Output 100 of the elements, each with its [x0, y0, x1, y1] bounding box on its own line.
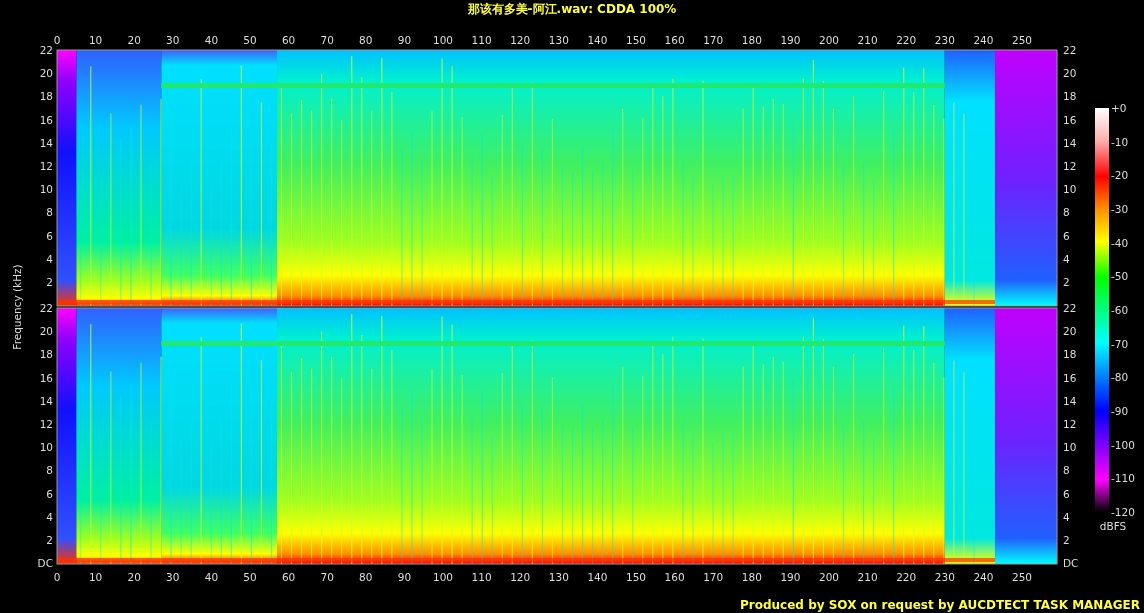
axis-tick-label: 30	[166, 34, 180, 46]
axis-tick-label: 180	[741, 34, 762, 46]
axis-tick-label: 250	[1012, 34, 1032, 46]
axis-tick-label: 160	[664, 34, 685, 46]
axis-tick-label: DC	[37, 557, 53, 570]
axis-tick-label: 2	[46, 276, 53, 288]
axis-tick-label: 6	[46, 229, 53, 242]
axis-tick-label: 18	[1063, 348, 1077, 361]
axis-tick-label: 2	[1063, 534, 1070, 546]
axis-tick-label: 100	[433, 571, 453, 583]
axis-tick-label: 70	[320, 571, 334, 583]
axis-tick-label: +0	[1111, 102, 1127, 114]
axis-tick-label: 4	[1063, 252, 1070, 265]
axis-tick-label: -60	[1111, 304, 1129, 316]
axis-tick-label: -40	[1111, 236, 1129, 249]
axis-tick-label: 12	[39, 160, 53, 172]
axis-tick-label: 110	[471, 571, 492, 583]
footer-credit: Produced by SOX on request by AUCDTECT TASK MANAGER	[740, 598, 1140, 612]
axis-tick-label: 16	[39, 371, 53, 384]
axis-tick-label: 16	[1063, 113, 1077, 126]
axis-tick-label: 10	[1063, 441, 1077, 454]
axis-tick-label: 40	[204, 571, 219, 583]
axis-tick-label: 14	[1063, 136, 1077, 149]
axis-tick-label: 50	[243, 571, 257, 583]
axis-tick-label: 230	[934, 571, 955, 583]
axis-tick-label: 20	[39, 325, 53, 338]
axis-tick-label: -30	[1111, 203, 1129, 215]
axis-tick-label: 18	[1063, 90, 1077, 103]
axis-tick-label: 10	[1063, 183, 1077, 196]
axis-tick-label: 70	[320, 34, 334, 46]
axis-tick-label: 8	[46, 464, 53, 477]
axis-tick-label: 170	[703, 571, 724, 583]
axis-tick-label: 12	[1063, 160, 1077, 172]
axis-tick-label: 16	[1063, 371, 1077, 384]
axis-tick-label: 250	[1012, 571, 1032, 583]
axis-tick-label: 4	[46, 252, 53, 265]
axis-tick-label: 0	[53, 571, 61, 583]
axis-tick-label: 160	[664, 571, 685, 583]
axis-tick-label: 20	[1063, 325, 1077, 338]
axis-tick-label: 90	[397, 34, 412, 46]
axis-tick-label: 60	[281, 34, 296, 46]
axis-tick-label: -90	[1111, 405, 1129, 417]
axis-tick-label: 140	[587, 571, 608, 583]
axis-tick-label: 20	[39, 67, 53, 80]
axis-tick-label: 18	[39, 348, 53, 361]
axis-tick-label: 14	[39, 136, 53, 149]
axis-tick-label: 2	[46, 534, 53, 546]
axis-tick-label: -120	[1111, 506, 1135, 518]
axis-tick-label: 22	[1063, 302, 1077, 314]
axis-tick-label: 18	[39, 90, 53, 103]
axis-tick-label: 40	[204, 34, 219, 46]
axis-tick-label: 80	[359, 34, 373, 46]
axis-tick-label: 80	[359, 571, 373, 583]
axis-tick-label: 90	[397, 571, 412, 583]
axis-tick-label: 22	[39, 44, 53, 56]
axis-tick-label: 2	[1063, 276, 1070, 288]
axis-tick-label: 16	[39, 113, 53, 126]
axis-tick-label: 120	[510, 571, 531, 583]
axis-tick-label: 20	[127, 34, 141, 46]
axis-tick-label: 50	[243, 34, 257, 46]
axis-tick-label: 150	[626, 34, 646, 46]
axis-tick-label: 10	[39, 441, 53, 454]
axis-tick-label: 180	[741, 571, 762, 583]
axis-tick-label: 130	[548, 34, 569, 46]
axis-tick-label: 200	[819, 571, 839, 583]
axis-tick-label: 6	[46, 487, 53, 500]
axis-tick-label: 170	[703, 34, 724, 46]
axis-tick-label: 0	[53, 34, 61, 46]
unit-label: dBFS	[1099, 520, 1127, 532]
axis-tick-label: -20	[1111, 169, 1129, 182]
axis-tick-label: 22	[39, 302, 53, 314]
axis-tick-label: 8	[1063, 464, 1070, 477]
axis-title: Frequency (kHz)	[11, 264, 23, 350]
axis-tick-label: 190	[780, 571, 801, 583]
axis-tick-label: 200	[819, 34, 839, 46]
axis-tick-label: 240	[973, 571, 994, 583]
axis-tick-label: -10	[1111, 135, 1129, 148]
axis-tick-label: 30	[166, 571, 180, 583]
axis-tick-label: 140	[587, 34, 608, 46]
axis-tick-label: 22	[1063, 44, 1077, 56]
axis-tick-label: 6	[1063, 487, 1070, 500]
axis-tick-label: 240	[973, 34, 994, 46]
axis-tick-label: 10	[39, 183, 53, 196]
axis-tick-label: 12	[1063, 418, 1077, 430]
axis-tick-label: 220	[896, 571, 917, 583]
axis-tick-label: 220	[896, 34, 917, 46]
axis-tick-label: 210	[857, 571, 878, 583]
chart-title: 那该有多美-阿江.wav: CDDA 100%	[467, 2, 677, 16]
axis-tick-label: 14	[39, 394, 53, 407]
axis-tick-label: 4	[46, 510, 53, 523]
axis-tick-label: 20	[127, 571, 141, 583]
axis-tick-label: -50	[1111, 270, 1129, 283]
axis-tick-label: -110	[1111, 472, 1135, 485]
axis-tick-label: DC	[1063, 557, 1079, 570]
axis-tick-label: 20	[1063, 67, 1077, 80]
axis-tick-label: 60	[281, 571, 296, 583]
axis-tick-label: -80	[1111, 371, 1129, 384]
axis-tick-label: 110	[471, 34, 492, 46]
axis-tick-label: 8	[1063, 206, 1070, 219]
axis-tick-label: -100	[1111, 438, 1135, 451]
